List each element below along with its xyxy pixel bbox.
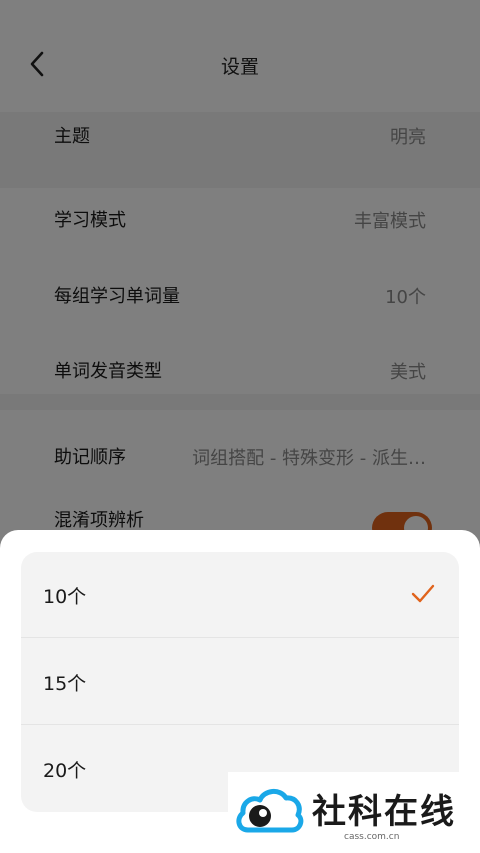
option-label: 10个 — [43, 586, 87, 608]
divider — [21, 724, 459, 725]
watermark-url: cass.com.cn — [344, 832, 400, 842]
check-icon — [411, 584, 435, 603]
watermark-text: 社科在线 — [312, 792, 456, 832]
option-10[interactable]: 10个 — [21, 552, 459, 638]
divider — [21, 637, 459, 638]
cloud-logo-icon — [236, 789, 304, 833]
option-label: 15个 — [43, 673, 87, 695]
option-15[interactable]: 15个 — [21, 639, 459, 725]
option-label: 20个 — [43, 760, 87, 782]
watermark: 社科在线 cass.com.cn — [228, 772, 460, 853]
